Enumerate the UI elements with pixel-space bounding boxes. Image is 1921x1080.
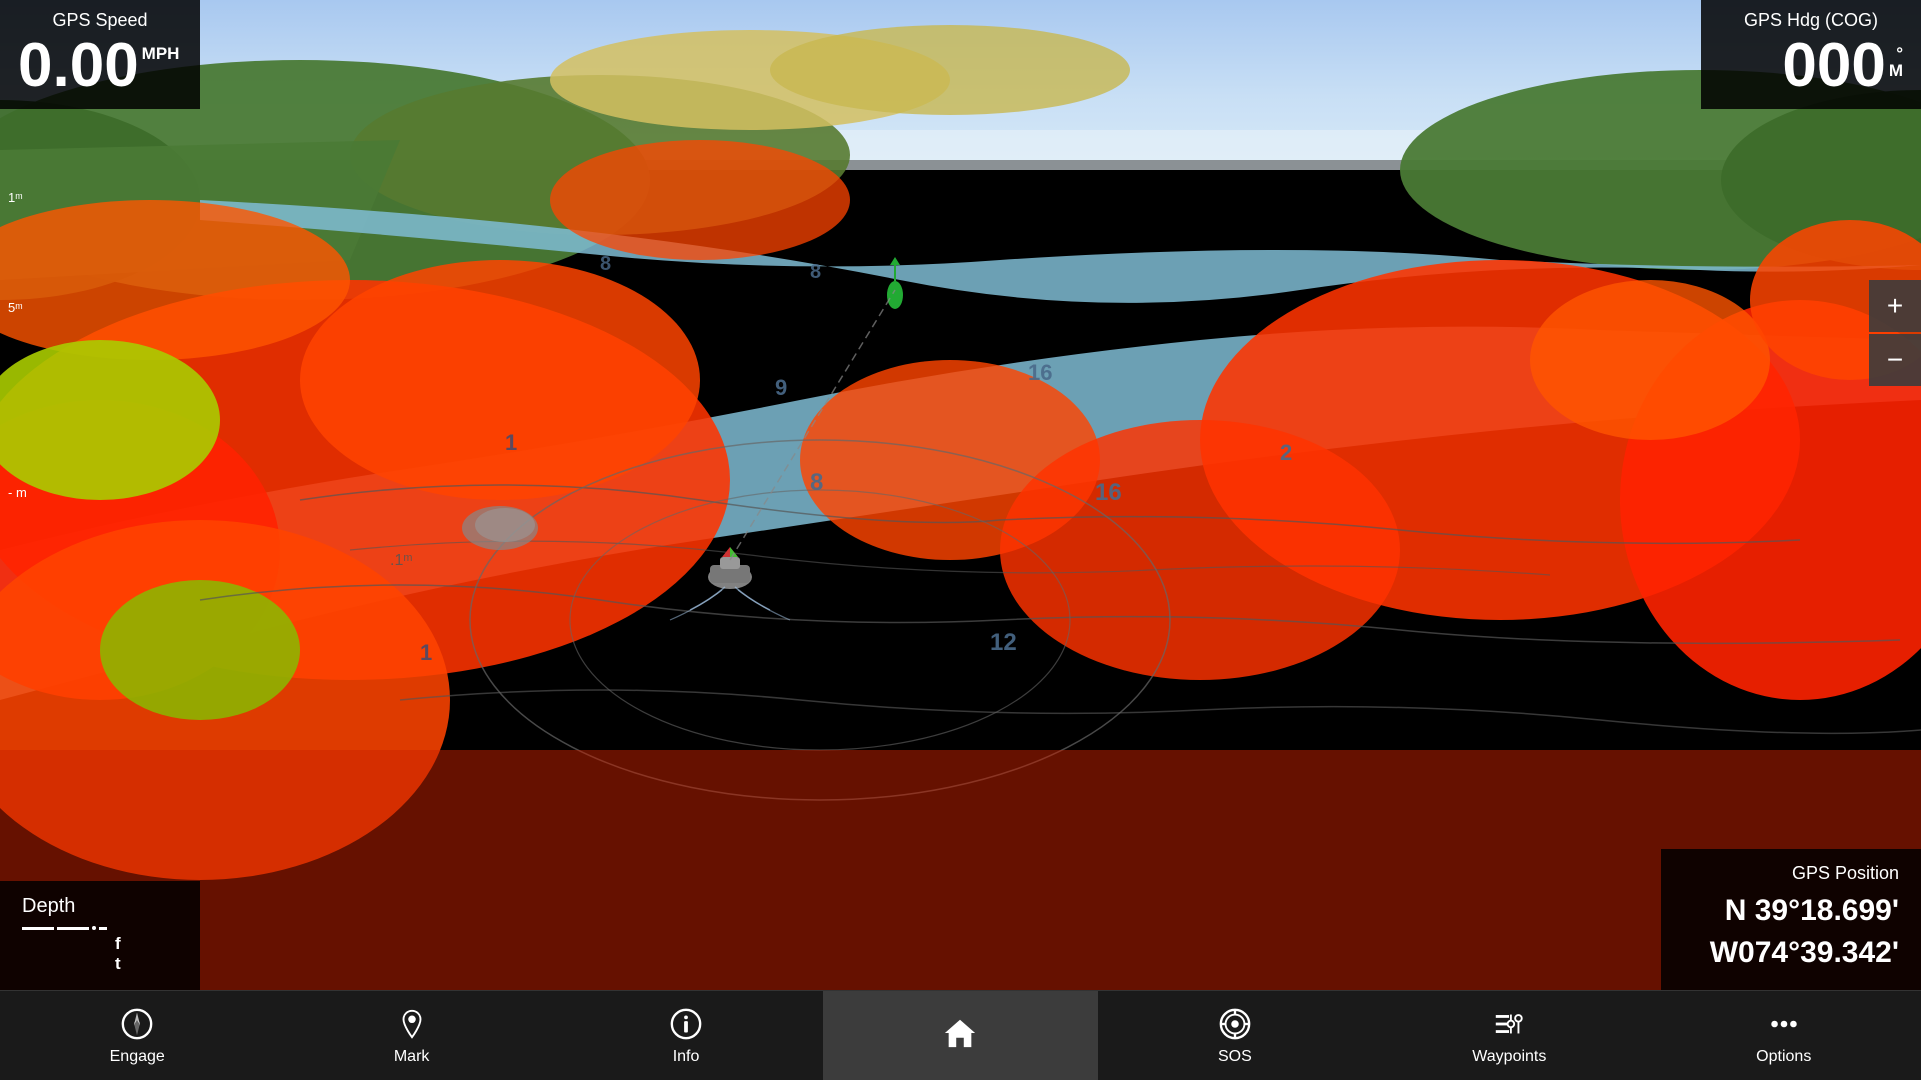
gps-speed-unit: MPH bbox=[142, 45, 180, 62]
scale-indicator-1m: 1ᵐ bbox=[8, 190, 23, 205]
svg-text:1: 1 bbox=[420, 640, 432, 665]
gps-position-title: GPS Position bbox=[1683, 863, 1899, 884]
gps-hdg-widget: GPS Hdg (COG) 000 ° M bbox=[1701, 0, 1921, 109]
svg-text:16: 16 bbox=[1028, 360, 1052, 385]
zoom-controls: + − bbox=[1869, 280, 1921, 386]
gps-position-widget: GPS Position N 39°18.699' W074°39.342' bbox=[1661, 849, 1921, 990]
nav-label-info: Info bbox=[673, 1048, 700, 1066]
gps-hdg-title: GPS Hdg (COG) bbox=[1719, 10, 1903, 31]
gps-position-lat: N 39°18.699' bbox=[1683, 890, 1899, 932]
nav-item-sos[interactable]: SOS bbox=[1098, 991, 1372, 1080]
svg-text:8: 8 bbox=[810, 469, 823, 496]
gps-speed-title: GPS Speed bbox=[18, 10, 182, 31]
nav-item-home[interactable] bbox=[823, 991, 1097, 1080]
gps-position-lon: W074°39.342' bbox=[1683, 932, 1899, 974]
gps-hdg-value: 000 ° M bbox=[1719, 35, 1903, 97]
map-view[interactable]: 1 1 .1ᵐ 9 8 16 16 12 2 8 8 bbox=[0, 0, 1921, 990]
svg-text:12: 12 bbox=[990, 629, 1017, 656]
nav-label-engage: Engage bbox=[110, 1048, 165, 1066]
depth-widget: Depth f t bbox=[0, 881, 200, 990]
svg-text:8: 8 bbox=[810, 261, 821, 283]
nav-item-info[interactable]: Info bbox=[549, 991, 823, 1080]
gps-speed-value: 0.00 MPH bbox=[18, 35, 182, 97]
gps-speed-widget: GPS Speed 0.00 MPH bbox=[0, 0, 200, 109]
dots-icon bbox=[1766, 1006, 1802, 1042]
nav-item-engage[interactable]: Engage bbox=[0, 991, 274, 1080]
zoom-out-button[interactable]: − bbox=[1869, 334, 1921, 386]
depth-title: Depth bbox=[22, 895, 178, 918]
info-icon bbox=[668, 1006, 704, 1042]
nav-item-mark[interactable]: Mark bbox=[274, 991, 548, 1080]
svg-text:.1ᵐ: .1ᵐ bbox=[390, 552, 413, 569]
svg-text:16: 16 bbox=[1095, 479, 1122, 506]
compass-icon bbox=[119, 1006, 155, 1042]
svg-text:9: 9 bbox=[775, 375, 787, 400]
svg-text:2: 2 bbox=[1280, 440, 1292, 465]
waypoints-icon bbox=[1491, 1006, 1527, 1042]
nav-item-waypoints[interactable]: Waypoints bbox=[1372, 991, 1646, 1080]
svg-text:8: 8 bbox=[600, 253, 611, 275]
nav-label-waypoints: Waypoints bbox=[1472, 1048, 1546, 1066]
nav-label-mark: Mark bbox=[394, 1048, 430, 1066]
pin-icon bbox=[394, 1006, 430, 1042]
zoom-in-button[interactable]: + bbox=[1869, 280, 1921, 332]
nav-item-options[interactable]: Options bbox=[1647, 991, 1921, 1080]
scale-indicator-5m: 5ᵐ bbox=[8, 300, 23, 315]
depth-unit: f t bbox=[115, 934, 121, 974]
depth-value-display bbox=[22, 926, 107, 930]
gps-hdg-unit: ° M bbox=[1889, 45, 1903, 79]
svg-text:1: 1 bbox=[505, 430, 517, 455]
home-icon bbox=[942, 1015, 978, 1051]
nav-label-options: Options bbox=[1756, 1048, 1811, 1066]
nav-bar: Engage Mark Info bbox=[0, 990, 1921, 1080]
nav-label-sos: SOS bbox=[1218, 1048, 1252, 1066]
sos-icon bbox=[1217, 1006, 1253, 1042]
scale-indicator-m: - m bbox=[8, 485, 27, 500]
